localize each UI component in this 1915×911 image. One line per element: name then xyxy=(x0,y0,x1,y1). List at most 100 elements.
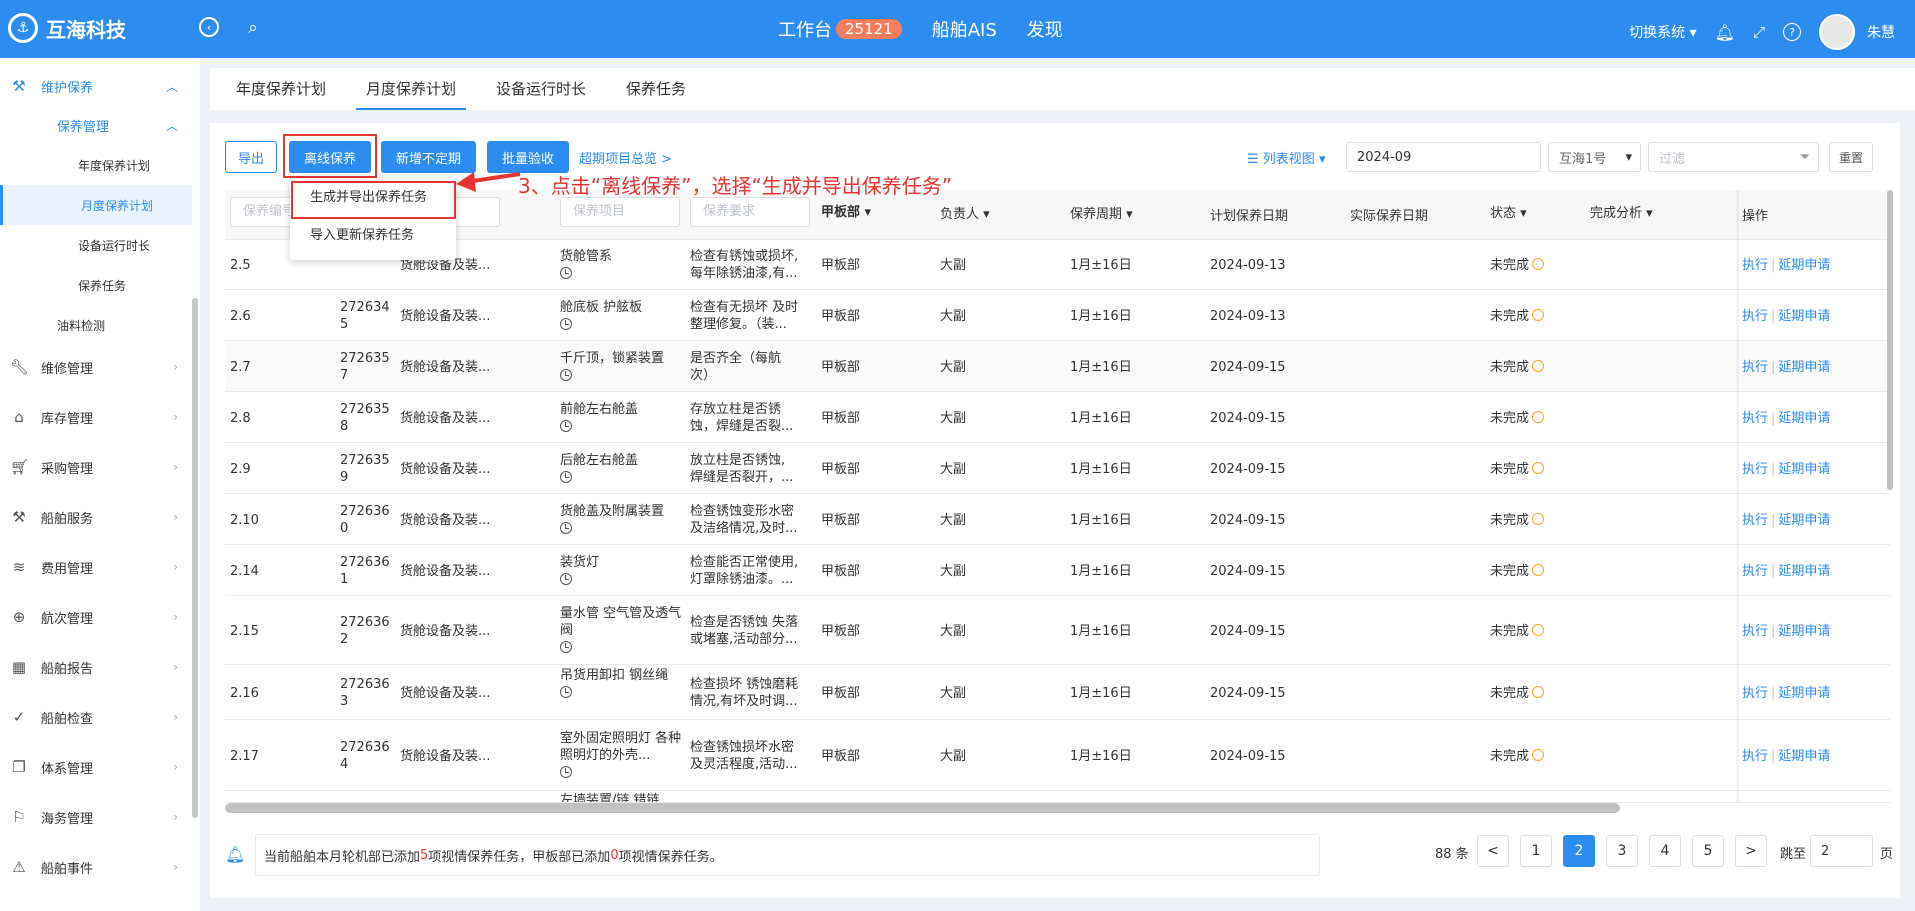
plan-date-header: 计划保养日期 xyxy=(1210,209,1289,224)
delay-request-link[interactable]: 延期申请 xyxy=(1778,411,1830,426)
sidebar-item-report[interactable]: ▦ 船舶报告 › xyxy=(0,647,192,687)
sidebar-item-repair[interactable]: 🔧︎ 维修管理 › xyxy=(0,347,192,387)
page-5-button[interactable]: 5 xyxy=(1692,835,1724,867)
sidebar-item-maintenance-mgmt[interactable]: 保养管理 ︿ xyxy=(0,105,192,145)
sidebar-item-inspection[interactable]: ✓ 船舶检查 › xyxy=(0,697,192,737)
cell-req-line1: 检查损坏 锈蚀磨耗 xyxy=(690,676,799,692)
tab-annual-plan[interactable]: 年度保养计划 xyxy=(210,68,346,110)
sidebar-item-label: 保养管理 xyxy=(57,119,110,135)
prev-page-button[interactable]: < xyxy=(1477,835,1509,867)
tab-tasks[interactable]: 保养任务 xyxy=(606,68,706,110)
analysis-header[interactable]: 完成分析 ▾ xyxy=(1590,202,1653,221)
filter-req-input[interactable]: 保养要求 xyxy=(690,197,810,227)
sidebar-item-monthly-plan[interactable]: 月度保养计划 xyxy=(0,185,192,225)
cell-dept: 甲板部 xyxy=(821,308,861,324)
sidebar-item-incident[interactable]: ⚠ 船舶事件 › xyxy=(0,847,192,887)
tab-monthly-plan[interactable]: 月度保养计划 xyxy=(346,68,476,110)
execute-link[interactable]: 执行 xyxy=(1742,513,1768,528)
cell-status: 未完成 xyxy=(1490,461,1545,478)
cell-item-text: 量水管 空气管及透气阀 xyxy=(560,605,682,638)
overdue-overview-link[interactable]: 超期项目总览 > xyxy=(579,148,672,167)
delay-request-link[interactable]: 延期申请 xyxy=(1778,309,1830,324)
sidebar-item-label: 航次管理 xyxy=(41,611,94,627)
cell-item-text: 千斤顶，锁紧装置 xyxy=(560,350,665,366)
execute-link[interactable]: 执行 xyxy=(1742,624,1768,639)
menu-item-import-update[interactable]: 导入更新保养任务 xyxy=(290,218,456,254)
page-2-button[interactable]: 2 xyxy=(1563,835,1595,867)
maintenance-icon: ⚒ xyxy=(12,77,26,95)
execute-link[interactable]: 执行 xyxy=(1742,686,1768,701)
export-button[interactable]: 导出 xyxy=(225,141,277,173)
delay-request-link[interactable]: 延期申请 xyxy=(1778,686,1830,701)
view-mode-label: 列表视图 xyxy=(1262,152,1315,167)
switch-system-button[interactable]: 切换系统 ▾ xyxy=(1629,22,1696,42)
status-text: 未完成 xyxy=(1490,512,1530,528)
avatar[interactable] xyxy=(1819,14,1855,50)
reset-button[interactable]: 重置 xyxy=(1829,142,1873,172)
sidebar-item-purchase[interactable]: 🛒︎ 采购管理 › xyxy=(0,447,192,487)
bell-icon[interactable]: 🔔︎ xyxy=(1715,23,1735,42)
execute-link[interactable]: 执行 xyxy=(1742,564,1768,579)
fullscreen-icon[interactable]: ⤢ xyxy=(1753,23,1765,41)
sidebar-item-maintenance[interactable]: ⚒ 维护保养 ︿ xyxy=(0,66,192,106)
delay-request-link[interactable]: 延期申请 xyxy=(1778,258,1830,273)
dept-header[interactable]: 甲板部 ▾ xyxy=(821,201,871,220)
sidebar-item-tasks[interactable]: 保养任务 xyxy=(0,265,192,305)
page-1-button[interactable]: 1 xyxy=(1520,835,1552,867)
next-page-button[interactable]: > xyxy=(1735,835,1767,867)
delay-request-link[interactable]: 延期申请 xyxy=(1778,513,1830,528)
sidebar-item-ship-service[interactable]: ⚒ 船舶服务 › xyxy=(0,497,192,537)
offline-maintenance-button[interactable]: 离线保养 xyxy=(289,141,371,173)
sidebar-scrollbar[interactable] xyxy=(192,298,198,818)
sidebar-item-runtime[interactable]: 设备运行时长 xyxy=(0,225,192,265)
table-horizontal-scrollbar[interactable] xyxy=(225,803,1620,813)
user-name[interactable]: 朱慧 xyxy=(1867,22,1895,42)
execute-link[interactable]: 执行 xyxy=(1742,462,1768,477)
help-icon[interactable]: ? xyxy=(1783,23,1801,41)
delay-request-link[interactable]: 延期申请 xyxy=(1778,360,1830,375)
delay-request-link[interactable]: 延期申请 xyxy=(1778,462,1830,477)
sidebar-item-oil[interactable]: 油料检测 xyxy=(0,305,192,345)
execute-link[interactable]: 执行 xyxy=(1742,258,1768,273)
search-icon[interactable]: ⌕ xyxy=(242,17,264,39)
page-3-button[interactable]: 3 xyxy=(1606,835,1638,867)
sidebar-item-cost[interactable]: ≋ 费用管理 › xyxy=(0,547,192,587)
sidebar-item-voyage[interactable]: ⊕ 航次管理 › xyxy=(0,597,192,637)
sidebar-item-inventory[interactable]: ⌂ 库存管理 › xyxy=(0,397,192,437)
logo-icon: ⚓ xyxy=(8,13,38,43)
sidebar-item-marine[interactable]: ⚐ 海务管理 › xyxy=(0,797,192,837)
delay-request-link[interactable]: 延期申请 xyxy=(1778,624,1830,639)
cell-ops: 执行 | 延期申请 xyxy=(1742,359,1830,376)
ship-select[interactable]: 互海1号 ▾ xyxy=(1548,142,1641,172)
sidebar-item-system[interactable]: ❐ 体系管理 › xyxy=(0,747,192,787)
month-picker[interactable]: 2024-09 xyxy=(1346,142,1541,172)
cycle-header[interactable]: 保养周期 ▾ xyxy=(1070,203,1133,222)
annotation-text: 3、点击“离线保养”，选择“生成并导出保养任务” xyxy=(518,174,953,198)
execute-link[interactable]: 执行 xyxy=(1742,749,1768,764)
sidebar-item-label: 年度保养计划 xyxy=(78,158,151,173)
tab-runtime[interactable]: 设备运行时长 xyxy=(476,68,606,110)
goto-page-input[interactable]: 2 xyxy=(1810,835,1873,867)
table-vertical-scrollbar[interactable] xyxy=(1887,190,1893,490)
warehouse-icon: ⌂ xyxy=(14,408,24,426)
back-icon[interactable]: ‹ xyxy=(199,17,219,37)
person-header[interactable]: 负责人 ▾ xyxy=(940,203,990,222)
delay-request-link[interactable]: 延期申请 xyxy=(1778,564,1830,579)
chevron-right-icon: › xyxy=(173,410,178,424)
page-4-button[interactable]: 4 xyxy=(1649,835,1681,867)
filter-input[interactable]: 过滤 ⏷ xyxy=(1648,142,1819,172)
execute-link[interactable]: 执行 xyxy=(1742,309,1768,324)
nav-discover[interactable]: 发现 xyxy=(1027,16,1063,42)
status-header[interactable]: 状态 ▾ xyxy=(1490,202,1527,221)
nav-ship-ais[interactable]: 船舶AIS xyxy=(932,16,997,42)
brand-logo[interactable]: ⚓ 互海科技 xyxy=(8,13,126,43)
cell-requirement: 检查有无损坏 及时 整理修复。（装... xyxy=(690,299,820,333)
execute-link[interactable]: 执行 xyxy=(1742,411,1768,426)
execute-link[interactable]: 执行 xyxy=(1742,360,1768,375)
delay-request-link[interactable]: 延期申请 xyxy=(1778,749,1830,764)
filter-item-input[interactable]: 保养项目 xyxy=(560,197,680,227)
sidebar-item-annual-plan[interactable]: 年度保养计划 xyxy=(0,145,192,185)
nav-workbench[interactable]: 工作台 25121 xyxy=(778,16,902,42)
filter-placeholder: 过滤 xyxy=(1659,151,1686,167)
view-mode-select[interactable]: ☰ 列表视图 ▾ xyxy=(1247,148,1325,167)
